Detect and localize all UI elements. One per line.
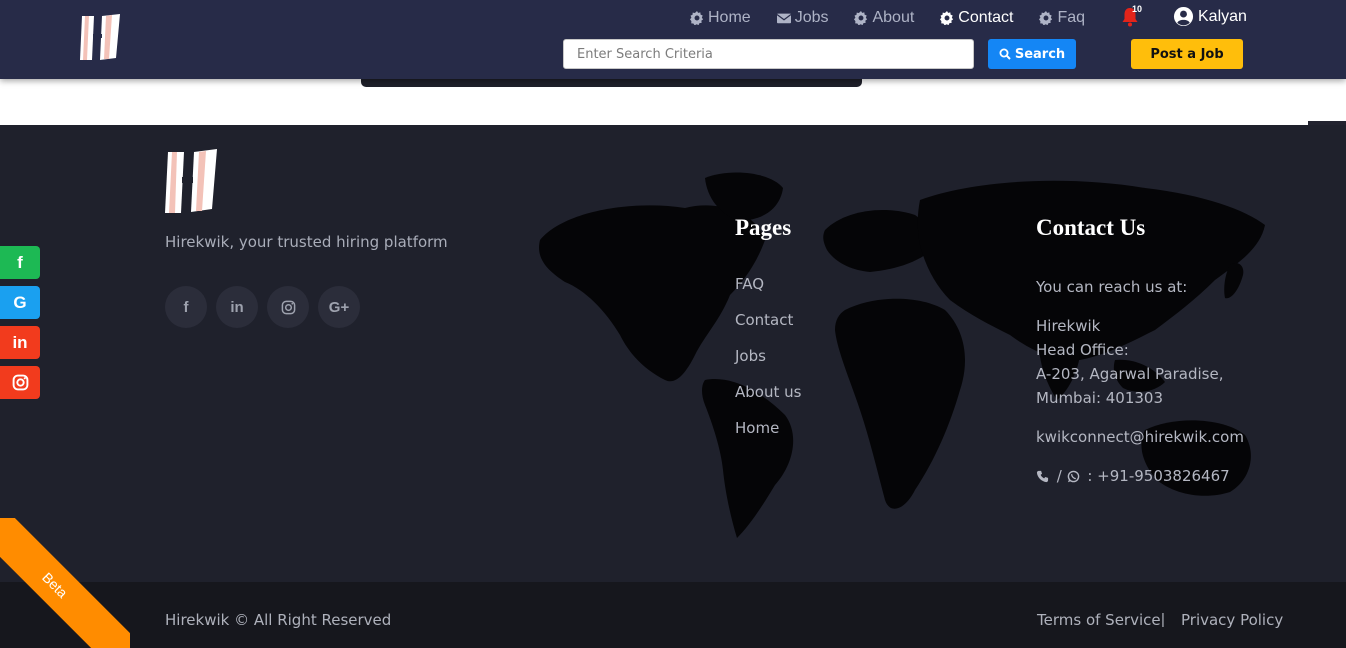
pages-heading: Pages: [735, 215, 792, 240]
footer-link-jobs[interactable]: Jobs: [735, 347, 766, 365]
privacy-link[interactable]: Privacy Policy: [1181, 611, 1283, 629]
instagram-icon: [281, 300, 295, 314]
search-icon: [999, 48, 1011, 60]
copyright-text: Hirekwik © All Right Reserved: [165, 611, 392, 629]
gear-icon: [940, 11, 954, 25]
contact-intro: You can reach us at:: [1036, 278, 1188, 296]
envelope-icon: [776, 13, 791, 24]
nav-jobs[interactable]: Jobs: [776, 9, 829, 27]
contact-heading: Contact Us: [1036, 215, 1146, 240]
search-button-label: Search: [1014, 46, 1066, 62]
contact-address-line2: Mumbai: 401303: [1036, 389, 1164, 407]
gear-icon: [1039, 11, 1053, 25]
whatsapp-icon: [1067, 470, 1079, 482]
nav-home[interactable]: Home: [690, 9, 751, 27]
post-job-button[interactable]: Post a Job: [1131, 39, 1243, 69]
footer-link-contact[interactable]: Contact: [735, 311, 793, 329]
footer-logo: [165, 149, 217, 213]
link-separator: |: [1161, 611, 1165, 628]
gear-icon: [854, 11, 868, 25]
nav-contact[interactable]: Contact: [940, 9, 1013, 27]
footer-linkedin-button[interactable]: in: [216, 286, 258, 328]
footer-facebook-button[interactable]: f: [165, 286, 207, 328]
phone-number: : +91-9503826467: [1082, 467, 1230, 485]
share-linkedin-button[interactable]: in: [0, 326, 40, 359]
footer-link-faq[interactable]: FAQ: [735, 275, 764, 293]
site-footer: Hirekwik, your trusted hiring platform f…: [0, 125, 1346, 582]
bottom-bar: Hirekwik © All Right Reserved Terms of S…: [0, 582, 1346, 648]
search-input[interactable]: [563, 39, 974, 69]
nav-faq[interactable]: Faq: [1039, 9, 1085, 27]
gear-icon: [690, 11, 704, 25]
nav-contact-label: Contact: [958, 9, 1014, 26]
footer-link-home[interactable]: Home: [735, 419, 779, 437]
main-nav: Home Jobs About Contact Faq: [690, 8, 1111, 28]
search-button[interactable]: Search: [988, 39, 1076, 69]
contact-address-line1: A-203, Agarwal Paradise,: [1036, 365, 1224, 383]
footer-google-plus-button[interactable]: G+: [318, 286, 360, 328]
share-google-button[interactable]: G: [0, 286, 40, 319]
footer-link-about[interactable]: About us: [735, 383, 801, 401]
share-facebook-button[interactable]: f: [0, 246, 40, 279]
post-job-label: Post a Job: [1150, 46, 1224, 62]
google-icon: G: [13, 292, 27, 312]
top-header: Home Jobs About Contact Faq 10 Kalyan En…: [0, 0, 1346, 79]
facebook-icon: f: [17, 252, 23, 272]
user-menu[interactable]: Kalyan: [1173, 6, 1247, 27]
nav-home-label: Home: [708, 9, 751, 26]
linkedin-icon: in: [12, 332, 28, 352]
instagram-icon: [12, 374, 28, 391]
footer-instagram-button[interactable]: [267, 286, 309, 328]
google-plus-icon: G+: [328, 298, 350, 316]
contact-company: Hirekwik: [1036, 317, 1101, 335]
contact-phone-row[interactable]: / : +91-9503826467: [1036, 467, 1230, 485]
linkedin-icon: in: [230, 298, 244, 316]
phone-separator: /: [1052, 467, 1067, 485]
nav-jobs-label: Jobs: [794, 9, 829, 26]
nav-faq-label: Faq: [1057, 9, 1086, 26]
beta-label: Beta: [0, 518, 130, 648]
user-name: Kalyan: [1198, 7, 1247, 25]
phone-icon: [1036, 470, 1049, 482]
user-circle-icon: [1173, 6, 1194, 27]
contact-email[interactable]: kwikconnect@hirekwik.com: [1036, 425, 1244, 449]
notification-count: 10: [1132, 4, 1143, 14]
facebook-icon: f: [183, 298, 189, 316]
nav-about-label: About: [872, 9, 915, 26]
footer-tagline: Hirekwik, your trusted hiring platform: [165, 233, 448, 251]
share-instagram-button[interactable]: [0, 366, 40, 399]
terms-link[interactable]: Terms of Service: [1037, 611, 1161, 629]
nav-about[interactable]: About: [854, 9, 914, 27]
beta-ribbon: Beta: [0, 518, 130, 648]
contact-office-label: Head Office:: [1036, 341, 1129, 359]
hirekwik-logo[interactable]: [80, 14, 122, 62]
